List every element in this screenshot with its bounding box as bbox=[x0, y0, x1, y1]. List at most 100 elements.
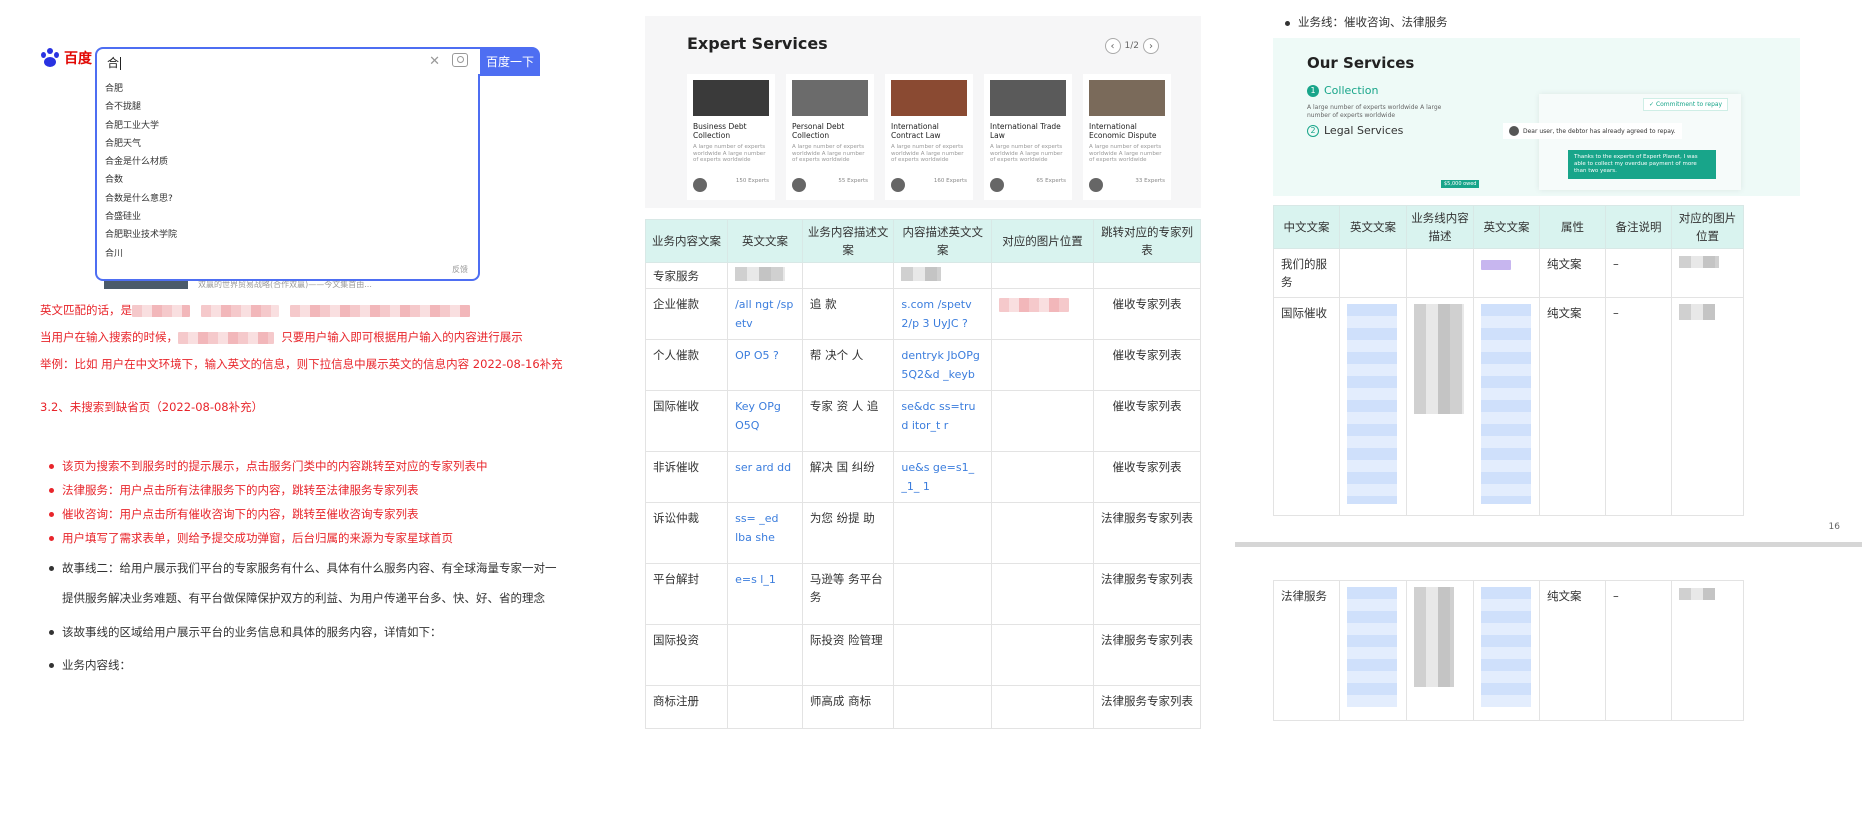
table-cell: 追 款 bbox=[801, 288, 895, 340]
link-text[interactable]: se&dc ss=tru d itor_t r bbox=[901, 400, 975, 432]
note-text: 英文匹配的话，是 bbox=[40, 303, 132, 317]
text-caret bbox=[120, 57, 122, 70]
table-cell bbox=[1339, 248, 1407, 298]
suggestion-item[interactable]: 合川 bbox=[105, 245, 478, 263]
card-image bbox=[792, 80, 868, 116]
right-table: 中文文案 英文文案 业务线内容描述 英文文案 属性 备注说明 对应的图片位置 我们的服务 纯… bbox=[1273, 205, 1744, 516]
service-card[interactable]: Personal Debt Collection A large number o… bbox=[786, 74, 874, 200]
link-text[interactable]: /all ngt /sp etv bbox=[735, 298, 793, 330]
feedback-link[interactable]: 反馈 bbox=[452, 264, 468, 275]
table-cell: se&dc ss=tru d itor_t r bbox=[893, 390, 993, 452]
table-cell: 企业催款 bbox=[644, 288, 729, 340]
table-cell bbox=[727, 262, 803, 289]
service-desc: A large number of experts worldwide A la… bbox=[1307, 104, 1442, 119]
table-cell bbox=[1092, 262, 1202, 289]
table-row: 个人催款 OP O5 ? 帮 决个 人 dentryk JbOPg 5Q2&d _ke… bbox=[644, 339, 1202, 391]
table-cell: 师高成 商标 bbox=[801, 685, 895, 729]
suggestion-item[interactable]: 合肥 bbox=[105, 80, 478, 98]
search-button[interactable]: 百度一下 bbox=[480, 47, 540, 76]
avatar bbox=[1509, 126, 1519, 136]
chevron-right-icon[interactable]: › bbox=[1143, 38, 1159, 54]
table-cell bbox=[893, 502, 993, 564]
right-column: 业务线：催收咨询、法律服务 Our Services 1 Collection … bbox=[1228, 0, 1862, 831]
search-input[interactable]: 合 ✕ bbox=[95, 47, 480, 76]
suggestion-item[interactable]: 合不拢腿 bbox=[105, 98, 478, 116]
redacted-block bbox=[999, 297, 1070, 312]
service-card[interactable]: Business Debt Collection A large number o… bbox=[687, 74, 775, 200]
link-text[interactable]: dentryk JbOPg 5Q2&d _keyb bbox=[901, 349, 979, 381]
column-header: 业务内容文案 bbox=[644, 219, 729, 263]
service-card[interactable]: International Economic Dispute A large nu… bbox=[1083, 74, 1171, 200]
table-cell bbox=[727, 624, 803, 686]
table-cell bbox=[1339, 580, 1407, 721]
clear-icon[interactable]: ✕ bbox=[429, 54, 440, 69]
card-image bbox=[891, 80, 967, 116]
table-cell: – bbox=[1605, 580, 1672, 721]
card-title: International Trade Law bbox=[990, 122, 1061, 140]
redacted-block bbox=[1414, 304, 1464, 414]
table-cell: e=s l_1 bbox=[727, 563, 803, 625]
page-separator bbox=[1235, 542, 1862, 547]
service-item-legal[interactable]: 2 Legal Services bbox=[1307, 124, 1403, 137]
table-cell bbox=[991, 288, 1094, 340]
card-footer: 160 Experts bbox=[891, 178, 967, 192]
service-label: Legal Services bbox=[1324, 124, 1404, 137]
search-query: 合 bbox=[107, 56, 120, 70]
card-title: International Economic Dispute bbox=[1089, 122, 1157, 140]
redacted-block bbox=[1481, 259, 1511, 270]
table-cell: 纯文案 bbox=[1539, 297, 1606, 516]
link-text[interactable]: OP O5 ? bbox=[735, 349, 779, 362]
redacted-block bbox=[1679, 304, 1715, 320]
service-card[interactable]: International Trade Law A large number of… bbox=[984, 74, 1072, 200]
redacted-block bbox=[200, 304, 279, 317]
table-cell: 法律服务专家列表 bbox=[1092, 563, 1202, 625]
table-cell: 为您 纷提 助 bbox=[801, 502, 895, 564]
redacted-block bbox=[1679, 256, 1719, 268]
table-cell bbox=[893, 685, 993, 729]
service-card[interactable]: International Contract Law A large number… bbox=[885, 74, 973, 200]
table-row: 国际催收 纯文案 – bbox=[1273, 297, 1744, 516]
card-footer: 65 Experts bbox=[990, 178, 1066, 192]
table-cell: s.com /spetv 2/p 3 UyJC ? bbox=[893, 288, 993, 340]
column-header: 中文文案 bbox=[1273, 205, 1340, 249]
suggestion-item[interactable]: 合肥天气 bbox=[105, 135, 478, 153]
table-row: 商标注册 师高成 商标 法律服务专家列表 bbox=[644, 685, 1202, 729]
baidu-logo[interactable]: 百度 bbox=[40, 48, 92, 68]
suggestion-item[interactable]: 合数 bbox=[105, 171, 478, 189]
list-item: 用户填写了需求表单，则给予提交成功弹窗，后台归属的来源为专家星球首页 bbox=[49, 529, 488, 553]
link-text[interactable]: s.com /spetv 2/p 3 UyJC ? bbox=[901, 298, 971, 330]
suggestion-item[interactable]: 合肥工业大学 bbox=[105, 117, 478, 135]
suggestion-item[interactable]: 合金是什么材质 bbox=[105, 153, 478, 171]
commitment-badge: ✓ Commitment to repay bbox=[1643, 98, 1729, 111]
link-text[interactable]: ue&s ge=s1_ _1_ 1 bbox=[901, 461, 974, 493]
avatar bbox=[990, 178, 1004, 192]
suggestion-item[interactable]: 合肥职业技术学院 bbox=[105, 226, 478, 244]
table-cell bbox=[1406, 248, 1474, 298]
redacted-block bbox=[901, 267, 942, 281]
link-text[interactable]: e=s l_1 bbox=[735, 573, 776, 586]
note-text: 当用户在输入搜索的时候， bbox=[40, 330, 178, 344]
table-cell: 法律服务专家列表 bbox=[1092, 502, 1202, 564]
note-line-1: 英文匹配的话，是 bbox=[40, 302, 470, 318]
link-text[interactable]: Key OPg O5Q bbox=[735, 400, 781, 432]
suggestion-item[interactable]: 合盛硅业 bbox=[105, 208, 478, 226]
suggestion-item[interactable]: 合数是什么意思? bbox=[105, 190, 478, 208]
link-text[interactable]: ser ard dd bbox=[735, 461, 791, 474]
commitment-text: Commitment to repay bbox=[1655, 101, 1723, 108]
table-cell bbox=[991, 339, 1094, 391]
baidu-paw-icon bbox=[40, 48, 60, 68]
table-cell bbox=[1671, 248, 1744, 298]
table-cell: 际投资 险管理 bbox=[801, 624, 895, 686]
table-cell: 法律服务 bbox=[1273, 580, 1340, 721]
card-desc: A large number of experts worldwide A la… bbox=[693, 144, 766, 163]
top-bullet: 业务线：催收咨询、法律服务 bbox=[1285, 14, 1448, 30]
link-text[interactable]: ss= _ed lba she bbox=[735, 512, 778, 544]
chevron-left-icon[interactable]: ‹ bbox=[1104, 38, 1121, 54]
table-cell: 马逊等 务平台 务 bbox=[801, 563, 895, 625]
service-item-collection[interactable]: 1 Collection bbox=[1307, 84, 1378, 97]
camera-icon[interactable] bbox=[452, 53, 468, 67]
list-item: 催收咨询：用户点击所有催收咨询下的内容，跳转至催收咨询专家列表 bbox=[49, 505, 488, 529]
table-cell bbox=[1339, 297, 1407, 516]
left-column: 百度 合 ✕ 百度一下 双赢的世界贸易战略(合作双赢)——今文集首由... 合肥… bbox=[0, 0, 630, 831]
step-number: 1 bbox=[1307, 84, 1319, 97]
